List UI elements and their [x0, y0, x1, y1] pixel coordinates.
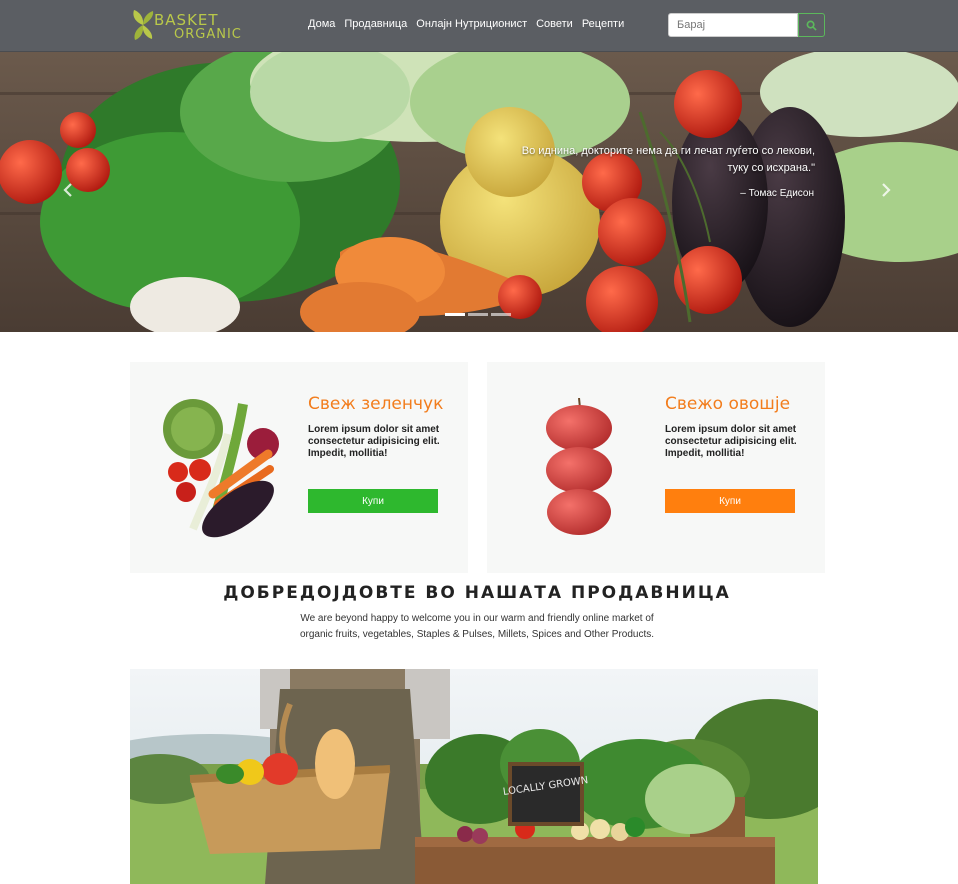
buy-vegetables-button[interactable]: Купи: [308, 489, 438, 513]
vegetables-card: Свеж зеленчук Lorem ipsum dolor sit amet…: [130, 362, 468, 573]
farmer-market-image: LOCALLY GROWN: [130, 669, 818, 884]
nav-nutritionist[interactable]: Онлајн Нутриционист: [416, 18, 527, 30]
nav-recipes[interactable]: Рецепти: [582, 18, 624, 30]
brand-line2: ORGANIC: [174, 27, 242, 42]
welcome-section: ДОБРЕДОЈДОВТЕ ВО НАШАТА ПРОДАВНИЦА We ar…: [130, 583, 824, 643]
welcome-title: ДОБРЕДОЈДОВТЕ ВО НАШАТА ПРОДАВНИЦА: [223, 583, 731, 603]
hero-quote-line2: туку со исхрана.": [727, 162, 815, 174]
farmer-market-illustration: LOCALLY GROWN: [130, 669, 818, 884]
fruits-title: Свежо овошје: [665, 394, 791, 414]
search-input[interactable]: [668, 13, 798, 37]
navbar: BASKET ORGANIC Дома Продавница Онлајн Ну…: [0, 0, 958, 52]
fruits-card: Свежо овошје Lorem ipsum dolor sit amet …: [487, 362, 825, 573]
search-button[interactable]: [798, 13, 825, 37]
search-form: [668, 13, 825, 37]
chevron-right-icon: [882, 183, 891, 197]
brand-logo[interactable]: BASKET ORGANIC: [130, 6, 241, 44]
hero-carousel: Во иднина, докторите нема да ги лечат лу…: [0, 52, 958, 332]
buy-fruits-button[interactable]: Купи: [665, 489, 795, 513]
nav-home[interactable]: Дома: [308, 18, 335, 30]
nav-shop[interactable]: Продавница: [344, 18, 407, 30]
fruits-text: Lorem ipsum dolor sit amet consectetur a…: [665, 424, 797, 459]
welcome-text: We are beyond happy to welcome you in ou…: [299, 613, 655, 640]
search-icon: [806, 20, 817, 31]
leaf-logo-icon: [133, 10, 154, 40]
carousel-indicator-2[interactable]: [468, 313, 488, 316]
vegetables-title: Свеж зеленчук: [308, 394, 444, 414]
hero-quote: Во иднина, докторите нема да ги лечат лу…: [470, 143, 815, 177]
hero-vegetables-image: [0, 52, 958, 332]
carousel-indicator-1[interactable]: [445, 313, 465, 316]
carousel-indicator-3[interactable]: [491, 313, 511, 316]
vegetables-image: [163, 399, 279, 538]
nav-tips[interactable]: Совети: [536, 18, 573, 30]
hero-quote-line1: Во иднина, докторите нема да ги лечат лу…: [521, 145, 815, 157]
vegetables-text: Lorem ipsum dolor sit amet consectetur a…: [308, 424, 440, 459]
hero-quote-author: – Томас Едисон: [740, 188, 814, 199]
main-nav: Дома Продавница Онлајн Нутриционист Сове…: [308, 18, 624, 30]
apples-image: [546, 398, 612, 535]
chevron-left-icon: [63, 183, 72, 197]
